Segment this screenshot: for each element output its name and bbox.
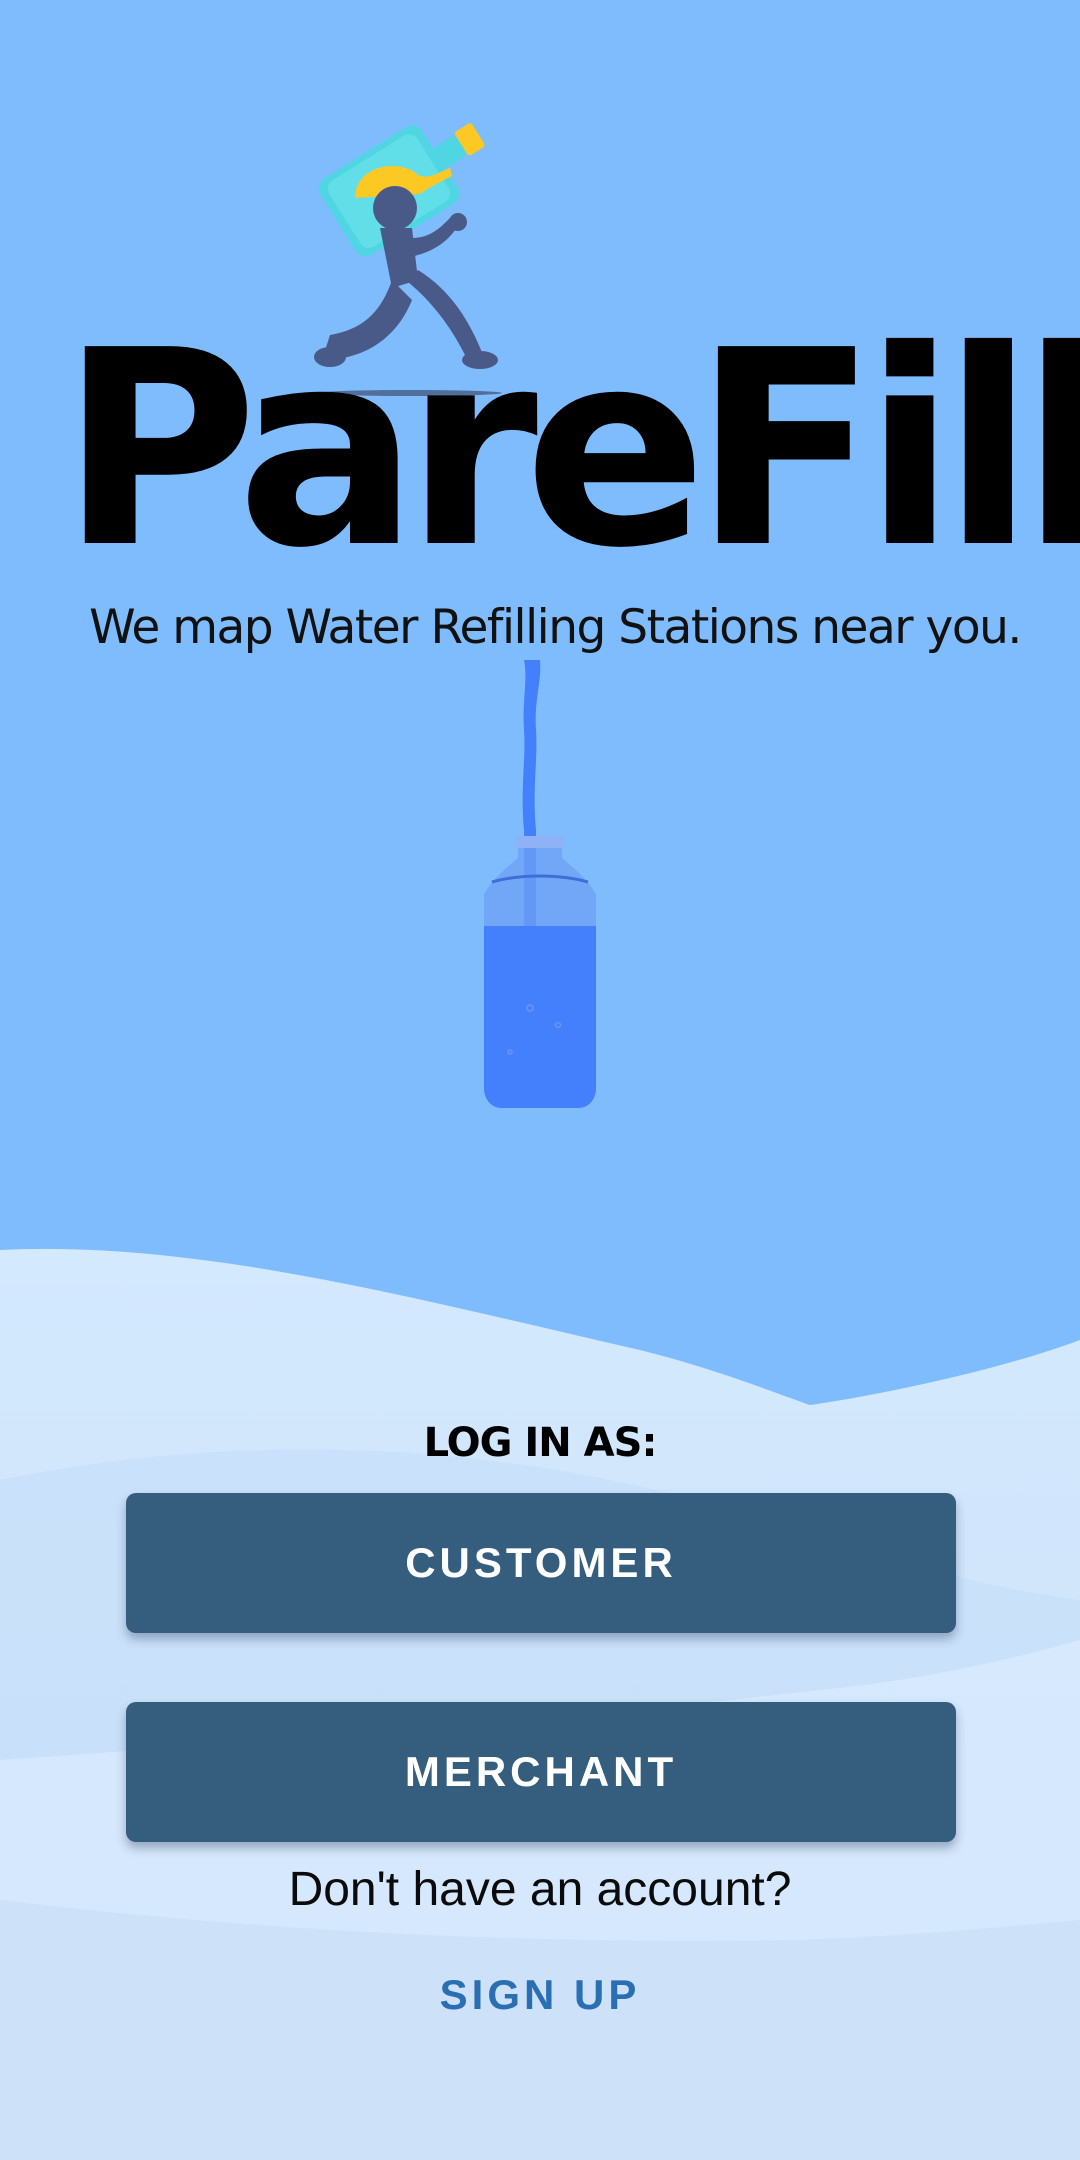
- merchant-login-button[interactable]: MERCHANT: [126, 1702, 956, 1842]
- no-account-prompt: Don't have an account?: [288, 1863, 792, 1916]
- app-title: PareFill: [60, 292, 1080, 607]
- water-bottle-icon: [484, 660, 596, 1108]
- login-as-label: LOG IN AS:: [423, 1420, 658, 1466]
- customer-login-button[interactable]: CUSTOMER: [126, 1493, 956, 1633]
- app-tagline: We map Water Refilling Stations near you…: [89, 600, 1022, 655]
- sign-up-link[interactable]: SIGN UP: [390, 1960, 690, 2030]
